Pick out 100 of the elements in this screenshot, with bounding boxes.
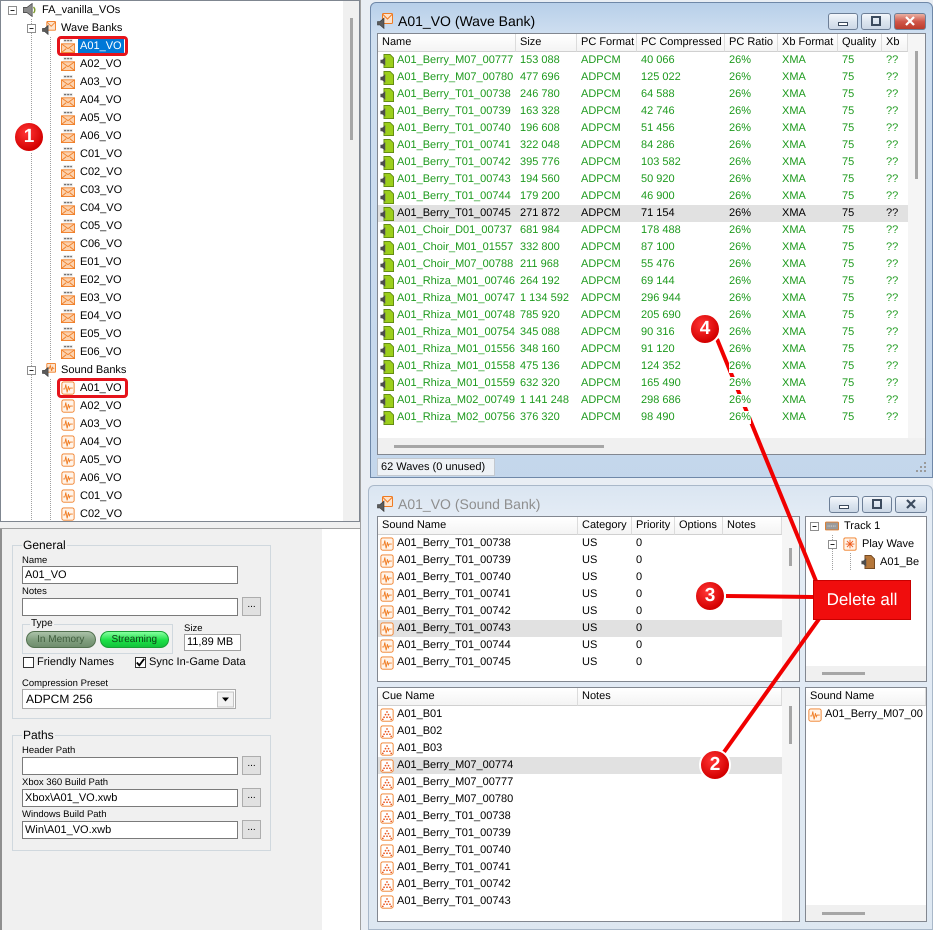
table-cell: A01_Rhiza_M01_01556 xyxy=(397,343,516,356)
tree-item[interactable]: A02_VO xyxy=(57,396,128,416)
envelope-icon xyxy=(61,57,75,71)
field-label: Header Path xyxy=(22,745,76,756)
close-button[interactable] xyxy=(895,496,927,512)
column-header[interactable]: Quality xyxy=(838,34,882,52)
audio-file-icon xyxy=(380,326,394,340)
vertical-scrollbar[interactable] xyxy=(782,517,799,681)
audio-file-icon xyxy=(380,292,394,306)
minimize-button[interactable] xyxy=(828,12,858,30)
text-field[interactable] xyxy=(22,598,238,616)
column-header[interactable]: PC Ratio xyxy=(725,34,778,52)
browse-button[interactable]: ... xyxy=(242,788,261,807)
tree-toggle[interactable] xyxy=(8,6,17,14)
tree-item[interactable]: Track 1 xyxy=(821,517,886,536)
tree-item[interactable]: C01_VO xyxy=(57,486,128,506)
tree-item[interactable]: A02_VO xyxy=(57,54,128,74)
column-header[interactable]: Name xyxy=(378,34,516,52)
tree-item[interactable]: A06_VO xyxy=(57,126,128,146)
column-header[interactable]: Options xyxy=(675,517,723,535)
tree-item[interactable]: A01_Be xyxy=(857,552,926,572)
tree-item[interactable]: Wave Banks xyxy=(38,18,128,38)
text-field[interactable] xyxy=(22,756,238,774)
scrollbar-thumb[interactable] xyxy=(789,548,792,566)
column-header[interactable]: Size xyxy=(516,34,577,52)
tree-item[interactable]: A04_VO xyxy=(57,432,128,452)
tree-toggle[interactable] xyxy=(27,24,36,32)
vertical-scrollbar[interactable] xyxy=(908,34,925,438)
audio-file-icon xyxy=(380,240,394,254)
waveform-icon xyxy=(380,604,394,618)
horizontal-scrollbar[interactable] xyxy=(806,905,926,921)
scrollbar-thumb[interactable] xyxy=(822,912,865,914)
checkbox[interactable] xyxy=(135,657,146,668)
column-header[interactable]: Xb Format xyxy=(778,34,838,52)
tree-item[interactable]: C01_VO xyxy=(57,144,128,164)
tree-item[interactable]: A03_VO xyxy=(57,72,128,92)
tree-item[interactable]: Sound Banks xyxy=(38,360,132,380)
tree-item[interactable]: A01_VO xyxy=(57,36,128,56)
tree-item[interactable]: C04_VO xyxy=(57,198,128,218)
table-cell: A01_Berry_T01_00741 xyxy=(397,861,511,874)
browse-button[interactable]: ... xyxy=(242,820,261,839)
dropdown[interactable]: ADPCM 256 xyxy=(22,689,236,709)
tree-item[interactable]: E04_VO xyxy=(57,306,128,326)
tree-item[interactable]: A03_VO xyxy=(57,414,128,434)
column-header[interactable]: Notes xyxy=(723,517,782,535)
tree-item[interactable]: A05_VO xyxy=(57,450,128,470)
tree-toggle[interactable] xyxy=(27,366,36,374)
column-header[interactable]: Sound Name xyxy=(378,517,578,535)
scrollbar-thumb[interactable] xyxy=(350,18,352,140)
column-header[interactable]: Category xyxy=(578,517,632,535)
waveform-icon xyxy=(380,656,394,670)
table-cell: A01_Rhiza_M01_00754 xyxy=(397,326,516,339)
text-field[interactable]: Win\A01_VO.xwb xyxy=(22,820,238,838)
tree-item[interactable]: C02_VO xyxy=(57,504,128,521)
tree-item[interactable]: FA_vanilla_VOs xyxy=(19,1,126,20)
horizontal-scrollbar[interactable] xyxy=(378,438,925,454)
tree-toggle[interactable] xyxy=(828,540,837,548)
column-header[interactable]: Cue Name xyxy=(378,688,578,706)
column-header[interactable]: PC Format xyxy=(577,34,637,52)
type-toggle-button[interactable]: Streaming xyxy=(100,631,169,648)
checkbox[interactable] xyxy=(23,657,34,668)
table-row[interactable]: A01_Berry_T01_00745 271 872 ADPCM 71 154 26% XMA 75 ?? xyxy=(378,205,908,222)
tree-item[interactable]: C03_VO xyxy=(57,180,128,200)
horizontal-scrollbar[interactable] xyxy=(806,666,926,681)
tree-item[interactable]: E05_VO xyxy=(57,324,128,344)
tree-item[interactable]: A06_VO xyxy=(57,468,128,488)
table-row[interactable]: A01_Berry_T01_00743 US 0 xyxy=(378,620,782,637)
tree-item[interactable]: A04_VO xyxy=(57,90,128,110)
tree-item[interactable]: A05_VO xyxy=(57,108,128,128)
waveform-icon xyxy=(61,399,75,413)
scrollbar-thumb[interactable] xyxy=(789,706,792,744)
text-field[interactable]: Xbox\A01_VO.xwb xyxy=(22,788,238,806)
tree-item[interactable]: A01_VO xyxy=(57,378,128,398)
tree-item[interactable]: C05_VO xyxy=(57,216,128,236)
column-header[interactable]: Sound Name xyxy=(806,688,926,706)
tree-item[interactable]: E02_VO xyxy=(57,270,128,290)
maximize-button[interactable] xyxy=(861,12,891,30)
tree-item[interactable]: E01_VO xyxy=(57,252,128,272)
tree-toggle[interactable] xyxy=(810,522,819,530)
vertical-scrollbar[interactable] xyxy=(343,1,359,521)
column-header[interactable]: Xb xyxy=(882,34,908,52)
column-header[interactable]: PC Compressed xyxy=(637,34,725,52)
column-header[interactable]: Priority xyxy=(632,517,675,535)
close-button[interactable] xyxy=(894,12,926,30)
tree-item[interactable]: C02_VO xyxy=(57,162,128,182)
scrollbar-thumb[interactable] xyxy=(394,444,604,448)
browse-button[interactable]: ... xyxy=(242,597,261,616)
tree-item[interactable]: C06_VO xyxy=(57,234,128,254)
tree-item[interactable]: E06_VO xyxy=(57,342,128,362)
scrollbar-thumb[interactable] xyxy=(915,51,918,179)
column-header[interactable]: Notes xyxy=(578,688,782,706)
tree-item[interactable]: E03_VO xyxy=(57,288,128,308)
text-field[interactable]: A01_VO xyxy=(22,566,238,584)
vertical-scrollbar[interactable] xyxy=(782,688,799,921)
maximize-button[interactable] xyxy=(862,496,892,512)
browse-button[interactable]: ... xyxy=(242,756,261,775)
scrollbar-thumb[interactable] xyxy=(822,672,865,675)
table-cell: A01_Berry_T01_00739 xyxy=(397,827,511,840)
minimize-button[interactable] xyxy=(829,496,859,512)
tree-item[interactable]: Play Wave xyxy=(839,534,920,554)
